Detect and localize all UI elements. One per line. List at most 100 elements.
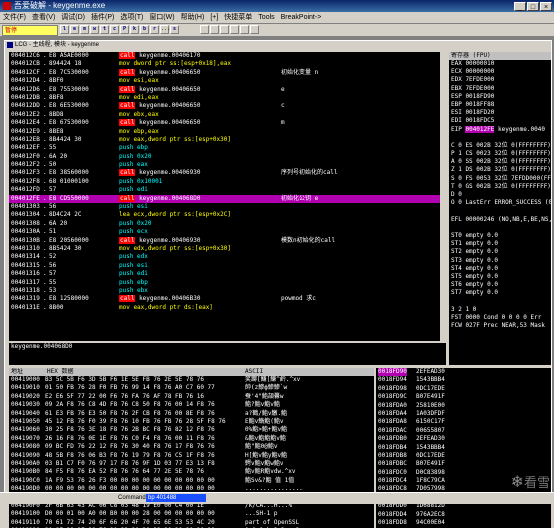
stack-row[interactable]: 0018FDAC 00655807 <box>376 427 551 435</box>
close-button[interactable]: × <box>540 2 552 11</box>
toolbar-button-w[interactable]: w <box>90 25 99 34</box>
step-over-icon[interactable] <box>230 25 239 34</box>
disassembly-pane[interactable]: 004012C6. E8 A5AE0000 call keygenme.004061… <box>9 52 446 341</box>
register-line[interactable]: T 0 GS 002B 32位 0(FFFFFFFF) <box>449 183 551 191</box>
step-into-icon[interactable] <box>220 25 229 34</box>
stack-row[interactable]: 0018FDB8 0DC17EDE <box>376 452 551 460</box>
disasm-row[interactable]: 004012EF. 55 push ebp <box>9 144 446 152</box>
menu-item[interactable]: 调试(D) <box>61 14 85 21</box>
stack-row[interactable]: 0018FDD8 94C00E04 <box>376 519 551 527</box>
register-line[interactable]: EBX 7EFDE000 <box>449 85 551 93</box>
toolbar-button-s[interactable]: s <box>170 25 179 34</box>
register-line[interactable]: C 0 ES 002B 32位 0(FFFFFFFF) <box>449 142 551 150</box>
disasm-row[interactable]: 00401314. 52 push edx <box>9 253 446 261</box>
register-line[interactable]: ECX 00000000 <box>449 68 551 76</box>
register-line[interactable]: EFL 00000246 (NO,NB,E,BE,NS,PE,GE,LE) <box>449 216 551 224</box>
disasm-row[interactable]: 004012FD. 57 push edi <box>9 186 446 194</box>
disasm-row[interactable]: 00401303. 56 push esi <box>9 203 446 211</box>
menu-item[interactable]: Tools <box>258 14 274 21</box>
command-input[interactable]: bp 401488 <box>146 494 206 502</box>
menu-item[interactable]: 快捷菜单 <box>224 14 252 21</box>
toolbar-button-t[interactable]: t <box>100 25 109 34</box>
dump-row[interactable]: 00419040 61 E3 FB 76 E3 50 F8 76 2F CB F8… <box>9 410 374 418</box>
register-line[interactable]: FST 0000 Cond 0 0 0 0 Err <box>449 314 551 322</box>
disasm-row[interactable]: 004012F2. 50 push eax <box>9 161 446 169</box>
disasm-row[interactable]: 0040131E. 8B00 mov eax,dword ptr ds:[eax] <box>9 304 446 312</box>
toolbar-button-l[interactable]: l <box>60 25 69 34</box>
disasm-row[interactable]: 00401318. 53 push ebx <box>9 287 446 295</box>
stack-row[interactable]: 0018FD94 1543BBB4 <box>376 376 551 384</box>
stack-row[interactable]: 0018FDA8 6150C17F <box>376 418 551 426</box>
register-line[interactable]: ST3 empty 0.0 <box>449 257 551 265</box>
register-line[interactable]: EAX 00000010 <box>449 60 551 68</box>
disasm-row[interactable]: 004012D6. E8 75530000 call keygenme.004066… <box>9 85 446 94</box>
stack-row[interactable]: 0018FDBC B07E491F <box>376 460 551 468</box>
disasm-row[interactable]: 004012E4. E8 67530000 call keygenme.004066… <box>9 119 446 127</box>
dump-row[interactable]: 00419020 E2 E6 5F 77 22 00 F6 76 FA 76 AF… <box>9 393 374 401</box>
dump-row[interactable]: 00419080 09 BC FD 76 22 12 F8 76 30 40 F8… <box>9 443 374 451</box>
register-line[interactable] <box>449 297 551 305</box>
toolbar-button-k[interactable]: k <box>130 25 139 34</box>
disasm-row[interactable]: 004012D4. 8BF0 mov esi,eax <box>9 77 446 85</box>
toolbar-button-c[interactable]: c <box>110 25 119 34</box>
stack-pane[interactable]: 0018FD90 2EFEAD30 0018FD94 1543BBB4 0018FD98… <box>376 368 551 528</box>
register-line[interactable]: ST1 empty 0.0 <box>449 240 551 248</box>
disasm-row[interactable]: 00401317. 55 push ebp <box>9 279 446 287</box>
register-line[interactable]: O 0 LastErr ERROR_SUCCESS (00000000) <box>449 199 551 207</box>
disasm-row[interactable]: 004012CB. 894424 18 mov dword ptr ss:[esp+… <box>9 60 446 68</box>
register-line[interactable]: 3 2 1 0 <box>449 306 551 314</box>
register-line[interactable]: EBP 0018FF88 <box>449 101 551 109</box>
disasm-row[interactable]: 00401315. 56 push esi <box>9 262 446 270</box>
toolbar-button-r[interactable]: r <box>150 25 159 34</box>
disasm-row[interactable]: 004012FE. E8 CD550000 call keygenme.004068… <box>9 194 446 204</box>
trace-icon[interactable] <box>240 25 249 34</box>
dump-row[interactable]: 00419060 30 25 F8 76 3E 18 F8 76 2B BC F8… <box>9 426 374 434</box>
disasm-scrollbar[interactable] <box>440 52 446 341</box>
toolbar-button-b[interactable]: b <box>140 25 149 34</box>
register-line[interactable]: ESI 0018FD20 <box>449 109 551 117</box>
dump-row[interactable]: 004190A0 03 B1 C7 F0 76 97 17 F8 76 9F 1D… <box>9 460 374 468</box>
register-line[interactable]: ST6 empty 0.0 <box>449 281 551 289</box>
stack-row[interactable]: 0018FD9C B07E491F <box>376 393 551 401</box>
disasm-row[interactable]: 004012F3. E8 38560000 call keygenme.004069… <box>9 169 446 177</box>
menu-item[interactable]: 查看(V) <box>32 14 55 21</box>
dump-row[interactable]: 00419030 09 2A F8 76 C8 4D F8 76 C8 50 F8… <box>9 401 374 409</box>
run-icon[interactable] <box>200 25 209 34</box>
dump-row[interactable]: 00419100 D0 00 01 00 A0 00 B0 00 00 28 00… <box>9 510 374 518</box>
minimize-button[interactable]: _ <box>514 2 526 11</box>
register-line[interactable]: ESP 0018FD90 <box>449 93 551 101</box>
disasm-row[interactable]: 004012E2. 8BD8 mov ebx,eax <box>9 111 446 119</box>
menu-item[interactable]: [+] <box>210 14 218 21</box>
dump-row[interactable]: 004190B0 84 F5 F8 76 EA 52 F8 76 76 64 77… <box>9 468 374 476</box>
register-line[interactable] <box>449 134 551 142</box>
register-line[interactable]: ST2 empty 0.0 <box>449 248 551 256</box>
disasm-row[interactable]: 004012F0. 6A 20 push 0x20 <box>9 153 446 161</box>
register-line[interactable]: S 0 FS 0053 32位 7EFDD000(FFF) <box>449 175 551 183</box>
maximize-button[interactable]: □ <box>527 2 539 11</box>
stack-row[interactable]: 0018FD90 2EFEAD30 <box>376 368 551 377</box>
dump-header-hex[interactable]: HEX 数据 <box>47 368 73 376</box>
dump-row[interactable]: 00419010 01 50 FB 76 28 F0 FB 76 99 14 F8… <box>9 384 374 392</box>
disasm-row[interactable]: 004012E9. 8BE8 mov ebp,eax <box>9 128 446 136</box>
dump-header-ascii[interactable]: ASCII <box>245 368 263 376</box>
disasm-row[interactable]: 00401304. 8D4C24 2C lea ecx,dword ptr ss:[… <box>9 211 446 219</box>
register-line[interactable]: Z 1 DS 002B 32位 0(FFFFFFFF) <box>449 166 551 174</box>
disasm-row[interactable]: 0040130B. E8 20560000 call keygenme.004069… <box>9 236 446 245</box>
register-line[interactable]: EDX 7EFDE000 <box>449 76 551 84</box>
disasm-row[interactable]: 00401308. 6A 20 push 0x20 <box>9 220 446 228</box>
register-eip[interactable]: EIP 004012FE keygenme.0040 <box>449 125 551 134</box>
disasm-row[interactable]: 004012EB. 8B4424 30 mov eax,dword ptr ss:[… <box>9 136 446 144</box>
dump-row[interactable]: 00419000 B3 5C 5B F6 3D 5B F6 1E 5E FB 76… <box>9 376 374 384</box>
toolbar-button-m[interactable]: m <box>80 25 89 34</box>
disasm-row[interactable]: 004012CF. E8 7C530000 call keygenme.004066… <box>9 68 446 77</box>
disasm-row[interactable]: 00401316. 57 push edi <box>9 270 446 278</box>
register-line[interactable]: ST4 empty 0.0 <box>449 265 551 273</box>
register-line[interactable] <box>449 224 551 232</box>
registers-pane[interactable]: 寄存器 (FPU) EAX 00000010 ECX 00000000 EDX 7E… <box>449 52 551 365</box>
disasm-row[interactable]: 004012DB. 8BF8 mov edi,eax <box>9 94 446 102</box>
stack-row[interactable]: 0018FDD4 976A2EC8 <box>376 511 551 519</box>
register-line[interactable]: FCW 027F Prec NEAR,53 Mask <box>449 322 551 330</box>
stack-row[interactable]: 0018FDB0 2EFEAD30 <box>376 435 551 443</box>
goto-icon[interactable] <box>250 25 259 34</box>
menu-item[interactable]: 插件(P) <box>91 14 114 21</box>
